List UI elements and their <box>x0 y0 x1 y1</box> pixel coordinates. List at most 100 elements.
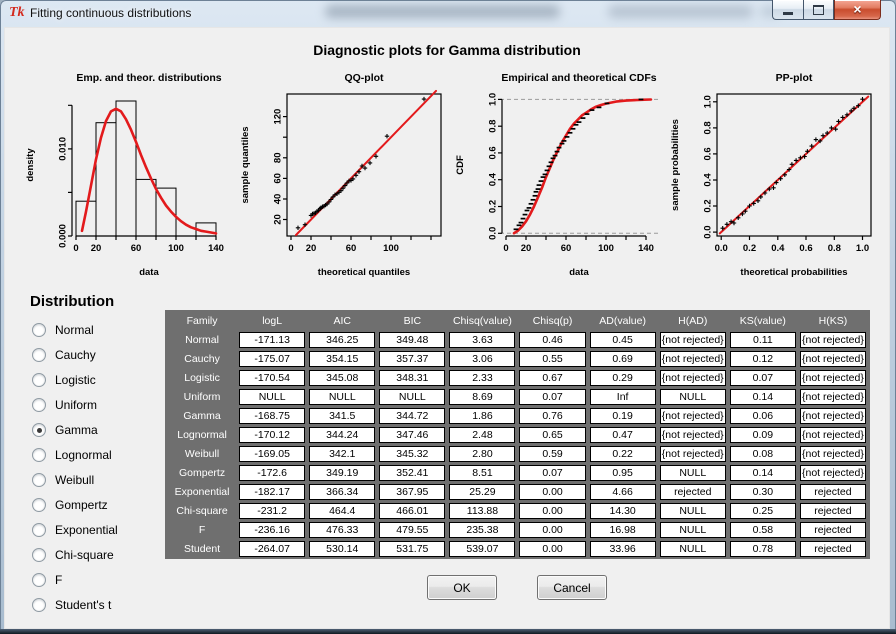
value-entry[interactable]: 366.34 <box>309 484 375 500</box>
value-entry[interactable]: {not rejected} <box>800 446 866 462</box>
radio-normal[interactable]: Normal <box>32 321 94 339</box>
value-entry[interactable]: 8.51 <box>449 465 515 481</box>
value-entry[interactable]: -169.05 <box>239 446 305 462</box>
value-entry[interactable]: 16.98 <box>590 522 656 538</box>
value-entry[interactable]: 0.78 <box>730 541 796 557</box>
value-entry[interactable]: -264.07 <box>239 541 305 557</box>
value-entry[interactable]: 0.00 <box>519 484 585 500</box>
titlebar[interactable]: Tk Fitting continuous distributions × <box>0 0 896 27</box>
value-entry[interactable]: 33.96 <box>590 541 656 557</box>
value-entry[interactable]: 0.08 <box>730 446 796 462</box>
value-entry[interactable]: {not rejected} <box>800 389 866 405</box>
value-entry[interactable]: rejected <box>800 522 866 538</box>
value-entry[interactable]: 530.14 <box>309 541 375 557</box>
value-entry[interactable]: {not rejected} <box>660 408 726 424</box>
value-entry[interactable]: -171.13 <box>239 332 305 348</box>
value-entry[interactable]: 235.38 <box>449 522 515 538</box>
value-entry[interactable]: 0.00 <box>519 522 585 538</box>
value-entry[interactable]: 4.66 <box>590 484 656 500</box>
value-entry[interactable]: 0.45 <box>590 332 656 348</box>
value-entry[interactable]: {not rejected} <box>800 427 866 443</box>
value-entry[interactable]: 0.19 <box>590 408 656 424</box>
radio-exponential[interactable]: Exponential <box>32 521 118 539</box>
value-entry[interactable]: 354.15 <box>309 351 375 367</box>
value-entry[interactable]: 345.32 <box>379 446 445 462</box>
value-entry[interactable]: -231.2 <box>239 503 305 519</box>
value-entry[interactable]: 349.48 <box>379 332 445 348</box>
value-entry[interactable]: rejected <box>800 484 866 500</box>
value-entry[interactable]: 0.69 <box>590 351 656 367</box>
radio-weibull[interactable]: Weibull <box>32 471 94 489</box>
value-entry[interactable]: 531.75 <box>379 541 445 557</box>
value-entry[interactable]: 2.48 <box>449 427 515 443</box>
value-entry[interactable]: rejected <box>800 541 866 557</box>
value-entry[interactable]: NULL <box>660 503 726 519</box>
radio-uniform[interactable]: Uniform <box>32 396 97 414</box>
value-entry[interactable]: {not rejected} <box>660 351 726 367</box>
value-entry[interactable]: 466.01 <box>379 503 445 519</box>
value-entry[interactable]: NULL <box>660 541 726 557</box>
maximize-button[interactable] <box>803 0 834 20</box>
value-entry[interactable]: 352.41 <box>379 465 445 481</box>
value-entry[interactable]: 2.33 <box>449 370 515 386</box>
value-entry[interactable]: 464.4 <box>309 503 375 519</box>
value-entry[interactable]: 479.55 <box>379 522 445 538</box>
value-entry[interactable]: 476.33 <box>309 522 375 538</box>
value-entry[interactable]: 0.46 <box>519 332 585 348</box>
value-entry[interactable]: -236.16 <box>239 522 305 538</box>
value-entry[interactable]: {not rejected} <box>800 351 866 367</box>
value-entry[interactable]: 3.63 <box>449 332 515 348</box>
value-entry[interactable]: 346.25 <box>309 332 375 348</box>
value-entry[interactable]: 0.67 <box>519 370 585 386</box>
value-entry[interactable]: 2.80 <box>449 446 515 462</box>
value-entry[interactable]: NULL <box>660 389 726 405</box>
value-entry[interactable]: -172.6 <box>239 465 305 481</box>
cancel-button[interactable]: Cancel <box>537 575 607 600</box>
ok-button[interactable]: OK <box>427 575 497 600</box>
value-entry[interactable]: 0.58 <box>730 522 796 538</box>
value-entry[interactable]: {not rejected} <box>800 370 866 386</box>
value-entry[interactable]: 367.95 <box>379 484 445 500</box>
value-entry[interactable]: 0.59 <box>519 446 585 462</box>
value-entry[interactable]: 357.37 <box>379 351 445 367</box>
value-entry[interactable]: 1.86 <box>449 408 515 424</box>
value-entry[interactable]: 0.14 <box>730 465 796 481</box>
close-button[interactable]: × <box>834 0 881 20</box>
value-entry[interactable]: 345.08 <box>309 370 375 386</box>
value-entry[interactable]: 0.14 <box>730 389 796 405</box>
value-entry[interactable]: -182.17 <box>239 484 305 500</box>
value-entry[interactable]: 0.65 <box>519 427 585 443</box>
value-entry[interactable]: 8.69 <box>449 389 515 405</box>
value-entry[interactable]: 344.72 <box>379 408 445 424</box>
value-entry[interactable]: NULL <box>239 389 305 405</box>
radio-lognormal[interactable]: Lognormal <box>32 446 112 464</box>
radio-gamma[interactable]: Gamma <box>32 421 98 439</box>
value-entry[interactable]: 0.00 <box>519 541 585 557</box>
value-entry[interactable]: 539.07 <box>449 541 515 557</box>
value-entry[interactable]: 0.76 <box>519 408 585 424</box>
radio-cauchy[interactable]: Cauchy <box>32 346 96 364</box>
value-entry[interactable]: 0.09 <box>730 427 796 443</box>
value-entry[interactable]: 0.07 <box>730 370 796 386</box>
value-entry[interactable]: 0.55 <box>519 351 585 367</box>
value-entry[interactable]: 3.06 <box>449 351 515 367</box>
value-entry[interactable]: {not rejected} <box>660 332 726 348</box>
value-entry[interactable]: 342.1 <box>309 446 375 462</box>
value-entry[interactable]: rejected <box>800 503 866 519</box>
value-entry[interactable]: {not rejected} <box>800 408 866 424</box>
value-entry[interactable]: 349.19 <box>309 465 375 481</box>
value-entry[interactable]: 0.25 <box>730 503 796 519</box>
value-entry[interactable]: 341.5 <box>309 408 375 424</box>
value-entry[interactable]: 0.11 <box>730 332 796 348</box>
radio-f[interactable]: F <box>32 571 62 589</box>
value-entry[interactable]: 0.12 <box>730 351 796 367</box>
value-entry[interactable]: 0.22 <box>590 446 656 462</box>
value-entry[interactable]: {not rejected} <box>660 427 726 443</box>
value-entry[interactable]: 25.29 <box>449 484 515 500</box>
value-entry[interactable]: 0.29 <box>590 370 656 386</box>
value-entry[interactable]: {not rejected} <box>660 446 726 462</box>
radio-chi-square[interactable]: Chi-square <box>32 546 114 564</box>
minimize-button[interactable] <box>772 0 803 20</box>
value-entry[interactable]: NULL <box>309 389 375 405</box>
value-entry[interactable]: 0.00 <box>519 503 585 519</box>
